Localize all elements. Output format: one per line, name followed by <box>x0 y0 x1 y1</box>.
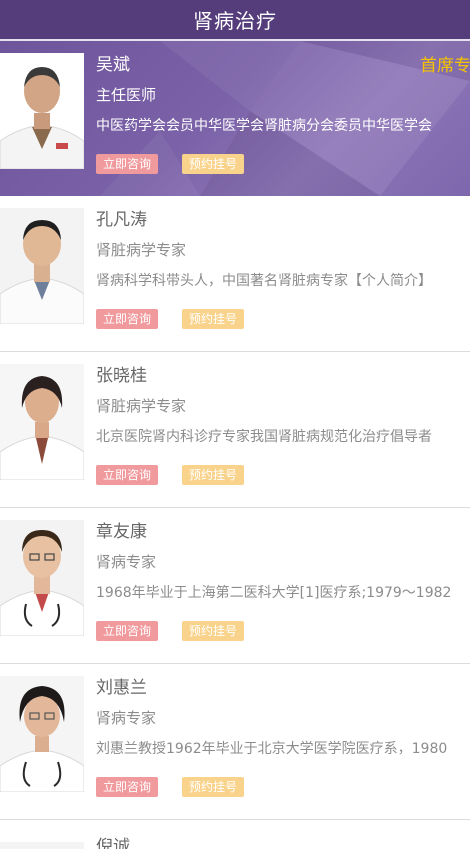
chief-expert-badge: 首席专家 <box>420 56 470 76</box>
doctor-intro: 中医药学会会员中华医学会肾脏病分会委员中华医学会 <box>96 118 432 134</box>
doctor-card[interactable]: 刘惠兰 肾病专家 刘惠兰教授1962年毕业于北京大学医学院医疗系，1980 立即… <box>0 664 470 820</box>
doctor-intro: 肾病科学科带头人，中国著名肾脏病专家【个人简介】 <box>96 273 432 289</box>
doctor-intro: 北京医院肾内科诊疗专家我国肾脏病规范化治疗倡导者 <box>96 429 432 445</box>
book-appointment-button[interactable]: 预约挂号 <box>182 154 245 174</box>
doctor-list[interactable]: 吴斌 首席专家 主任医师 中医药学会会员中华医学会肾脏病分会委员中华医学会 立即… <box>0 41 470 849</box>
consult-button[interactable]: 立即咨询 <box>96 465 159 485</box>
book-appointment-button[interactable]: 预约挂号 <box>182 309 245 329</box>
doctor-name: 吴斌 <box>96 55 130 75</box>
consult-button[interactable]: 立即咨询 <box>96 777 159 797</box>
book-appointment-button[interactable]: 预约挂号 <box>182 777 245 797</box>
doctor-title: 主任医师 <box>96 86 157 104</box>
doctor-photo[interactable] <box>0 53 84 169</box>
doctor-photo[interactable] <box>0 208 84 324</box>
doctor-name: 章友康 <box>96 522 147 542</box>
doctor-title: 肾病专家 <box>96 553 157 571</box>
doctor-title: 肾脏病学专家 <box>96 397 187 415</box>
consult-button[interactable]: 立即咨询 <box>96 154 159 174</box>
doctor-title: 肾脏病学专家 <box>96 241 187 259</box>
doctor-name: 倪诚 <box>96 837 130 849</box>
book-appointment-button[interactable]: 预约挂号 <box>182 465 245 485</box>
doctor-photo[interactable] <box>0 842 84 849</box>
book-appointment-button[interactable]: 预约挂号 <box>182 621 245 641</box>
page-title: 肾病治疗 <box>193 9 277 33</box>
doctor-card[interactable]: 倪诚 <box>0 820 470 849</box>
doctor-photo[interactable] <box>0 676 84 792</box>
doctor-card-featured[interactable]: 吴斌 首席专家 主任医师 中医药学会会员中华医学会肾脏病分会委员中华医学会 立即… <box>0 41 470 196</box>
doctor-card[interactable]: 章友康 肾病专家 1968年毕业于上海第二医科大学[1]医疗系;1979～198… <box>0 508 470 664</box>
doctor-name: 张晓桂 <box>96 366 147 386</box>
doctor-card[interactable]: 张晓桂 肾脏病学专家 北京医院肾内科诊疗专家我国肾脏病规范化治疗倡导者 立即咨询… <box>0 352 470 508</box>
doctor-card[interactable]: 孔凡涛 肾脏病学专家 肾病科学科带头人，中国著名肾脏病专家【个人简介】 立即咨询… <box>0 196 470 352</box>
doctor-intro: 1968年毕业于上海第二医科大学[1]医疗系;1979～1982 <box>96 585 452 601</box>
doctor-photo[interactable] <box>0 364 84 480</box>
consult-button[interactable]: 立即咨询 <box>96 309 159 329</box>
doctor-name: 刘惠兰 <box>96 678 147 698</box>
doctor-photo[interactable] <box>0 520 84 636</box>
doctor-title: 肾病专家 <box>96 709 157 727</box>
app-header: 肾病治疗 <box>0 0 470 41</box>
doctor-intro: 刘惠兰教授1962年毕业于北京大学医学院医疗系，1980 <box>96 741 448 757</box>
consult-button[interactable]: 立即咨询 <box>96 621 159 641</box>
doctor-name: 孔凡涛 <box>96 210 147 230</box>
